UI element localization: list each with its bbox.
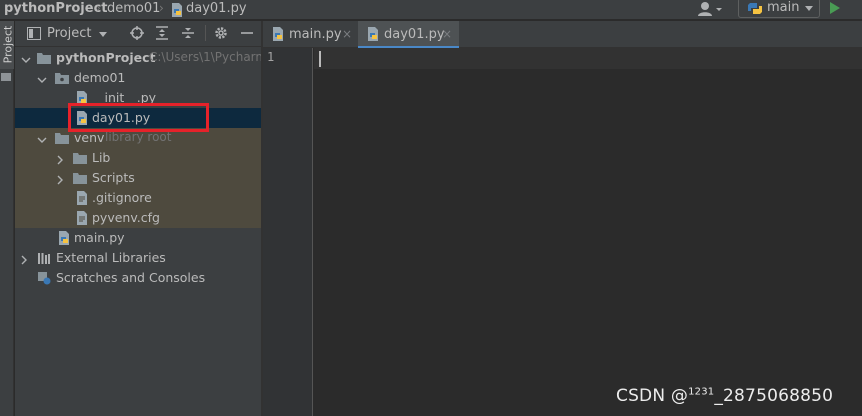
tree-node-gitignore[interactable]: .gitignore [15,188,261,208]
folder-icon [37,51,51,65]
watermark-prefix: CSDN @ [616,386,689,406]
tree-node-label: .gitignore [92,190,152,205]
tree-node-label: pyvenv.cfg [92,210,160,225]
navigation-bar: pythonProject › demo01 › day01.py main [0,0,862,20]
gear-icon[interactable] [214,26,228,40]
tree-node-lib[interactable]: Lib [15,148,261,168]
breadcrumb-separator: › [159,1,164,15]
close-icon[interactable]: × [442,27,452,41]
code-editor[interactable] [314,48,862,416]
chevron-right-icon[interactable] [55,173,65,185]
collapse-all-icon[interactable] [181,26,195,40]
tree-node-library-root-hint: library root [105,130,172,144]
chevron-down-icon[interactable] [37,73,47,83]
tab-label: day01.py [384,27,445,42]
tree-node-label: Lib [92,150,111,165]
tree-node-pyvenv-cfg[interactable]: pyvenv.cfg [15,208,261,228]
line-number: 1 [267,50,275,64]
structure-icon[interactable] [1,73,11,81]
folder-icon [55,71,69,85]
tree-node-label: Scratches and Consoles [56,270,206,285]
folder-icon [73,151,87,165]
python-file-icon [171,3,183,17]
python-file-icon [367,27,381,41]
python-file-icon [58,231,72,245]
chevron-right-icon[interactable] [55,153,65,165]
left-tool-strip: Project [0,21,15,416]
tab-day01-py[interactable]: day01.py × [358,21,459,49]
toolbar-divider [205,25,206,41]
target-icon[interactable] [130,26,144,40]
user-icon[interactable] [696,0,726,18]
breadcrumb-project[interactable]: pythonProject [4,1,108,16]
tab-main-py[interactable]: main.py × [263,21,358,48]
close-icon[interactable]: × [342,27,352,41]
chevron-down-icon [805,6,813,11]
current-line-highlight [314,48,862,69]
tree-node-path-hint: C:\Users\1\Pycharm [149,50,268,64]
text-caret [319,51,321,67]
minimize-icon[interactable] [240,26,254,40]
run-icon[interactable] [830,2,840,14]
run-configuration-label: main [767,0,800,15]
tree-node-label: venv [74,130,105,145]
project-tool-tab[interactable]: Project [0,21,15,69]
tab-label: main.py [289,27,342,42]
watermark: CSDN @1231_2875068850 [616,386,833,406]
watermark-suffix: _2875068850 [714,386,834,406]
folder-icon [55,131,69,145]
tree-node-label: pythonProject [56,50,156,65]
tree-node-external-libraries[interactable]: External Libraries [15,248,261,268]
chevron-right-icon[interactable] [19,253,29,265]
tree-node-label: Scripts [92,170,135,185]
text-file-icon [76,191,90,205]
breadcrumb-folder[interactable]: demo01 [107,1,160,16]
breadcrumb-file[interactable]: day01.py [186,1,247,16]
project-panel-header: Project [15,21,261,47]
editor-tab-bar: main.py × day01.py × [263,21,862,49]
folder-icon [73,171,87,185]
scratch-icon [37,271,51,285]
tree-node-scripts[interactable]: Scripts [15,168,261,188]
python-file-icon [272,27,286,41]
tree-node-scratches[interactable]: Scratches and Consoles [15,268,261,288]
project-view-icon [27,27,41,43]
breadcrumb-separator: › [96,1,101,15]
tree-node-demo01[interactable]: demo01 [15,68,261,88]
chevron-down-icon[interactable] [99,32,107,37]
chevron-down-icon[interactable] [37,133,47,143]
chevron-down-icon[interactable] [21,53,31,63]
python-icon [747,1,763,19]
project-view-title[interactable]: Project [47,26,91,41]
project-panel: Project pythonProject C:\Users\1\Pycharm [15,21,267,416]
tree-node-pythonproject[interactable]: pythonProject C:\Users\1\Pycharm [15,48,267,68]
editor-gutter: 1 [263,48,313,416]
text-file-icon [76,211,90,225]
highlight-box [68,103,209,132]
project-tool-tab-label: Project [1,25,15,64]
library-icon [37,251,51,265]
expand-all-icon[interactable] [155,26,169,40]
tree-node-main-py[interactable]: main.py [15,228,261,248]
tree-node-label: demo01 [74,70,126,85]
run-configuration-selector[interactable]: main [738,0,820,18]
tree-node-label: External Libraries [56,250,166,265]
watermark-superscript: 1231 [688,386,715,398]
tree-node-label: main.py [74,230,125,245]
